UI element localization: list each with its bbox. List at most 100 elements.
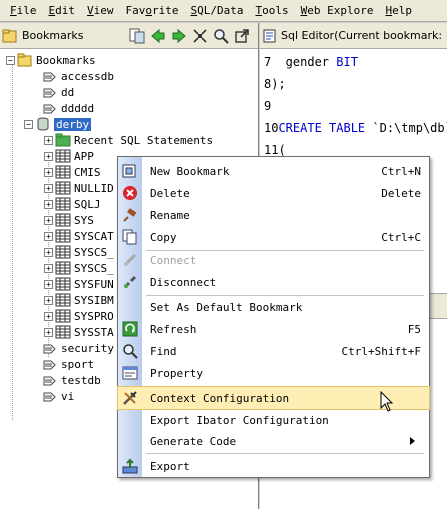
tree-item-label: SYSPRO <box>74 309 114 323</box>
menu-item-label: New Bookmark <box>150 164 230 178</box>
folder-icon <box>55 133 71 147</box>
menu-tools[interactable]: Tools <box>249 4 294 17</box>
expand-toggle-icon[interactable]: + <box>44 231 53 241</box>
menu-item-connect: Connect <box>118 249 429 271</box>
tree-item-sport[interactable]: sport <box>40 356 94 372</box>
tree-item-syscs-1[interactable]: + SYSCS_ <box>44 244 114 260</box>
schema-icon <box>55 149 71 163</box>
bookmarks-folder-icon <box>17 53 33 67</box>
menu-item-disconnect[interactable]: Disconnect <box>118 271 429 293</box>
bookmark-link-icon <box>42 357 58 371</box>
connect-icon <box>122 252 138 268</box>
schema-icon <box>55 181 71 195</box>
bookmark-link-icon <box>42 101 58 115</box>
property-icon <box>122 365 138 381</box>
expand-toggle-icon[interactable]: + <box>44 135 53 145</box>
menu-item-refresh[interactable]: Refresh F5 <box>118 318 429 340</box>
menu-item-new-bookmark[interactable]: New Bookmark Ctrl+N <box>118 160 429 182</box>
menu-item-label: Context Configuration <box>150 391 290 405</box>
menu-item-export[interactable]: Export <box>118 455 429 477</box>
tree-item-syscat[interactable]: + SYSCAT <box>44 228 114 244</box>
menu-edit[interactable]: Edit <box>43 4 82 17</box>
menu-web-explore[interactable]: Web Explore <box>295 4 380 17</box>
code-line: 10CREATE TABLE `D:\tmp\db` <box>264 121 447 135</box>
expand-toggle-icon[interactable]: + <box>44 183 53 193</box>
menu-item-generate-code[interactable]: Generate Code <box>118 430 429 452</box>
tree-item-cmis[interactable]: + CMIS <box>44 164 101 180</box>
menu-file[interactable]: File <box>4 4 43 17</box>
expand-toggle-icon[interactable]: + <box>44 199 53 209</box>
tree-item-ddddd[interactable]: ddddd <box>40 100 94 116</box>
mouse-cursor-icon <box>380 390 394 416</box>
collapse-icon[interactable] <box>191 27 209 45</box>
tree-item-nullid[interactable]: + NULLID <box>44 180 114 196</box>
menu-item-set-default[interactable]: Set As Default Bookmark <box>118 296 429 318</box>
tree-item-sysfun[interactable]: + SYSFUN <box>44 276 114 292</box>
tree-item-vi[interactable]: vi <box>40 388 74 404</box>
menu-favorite[interactable]: Favorite <box>120 4 185 17</box>
bookmark-link-icon <box>42 341 58 355</box>
sql-editor-tab[interactable]: Sql Editor(Current bookmark: <box>260 23 447 49</box>
tree-item-security[interactable]: security <box>40 340 114 356</box>
bookmark-toolbar-icon[interactable] <box>128 27 146 45</box>
tree-item-syspro[interactable]: + SYSPRO <box>44 308 114 324</box>
menu-item-label: Property <box>150 366 203 380</box>
menu-sql-data[interactable]: SQL/Data <box>185 4 250 17</box>
context-config-icon <box>122 390 138 406</box>
menu-item-accelerator: F5 <box>407 322 421 336</box>
external-link-icon[interactable] <box>233 27 251 45</box>
menu-item-find[interactable]: Find Ctrl+Shift+F <box>118 340 429 362</box>
menu-item-label: Disconnect <box>150 275 217 289</box>
rename-icon <box>122 207 138 223</box>
expand-toggle-icon[interactable]: + <box>44 327 53 337</box>
menu-bar: File Edit View Favorite SQL/Data Tools W… <box>0 0 447 22</box>
tree-item-derby[interactable]: − derby <box>24 116 92 132</box>
tree-item-recent-sql[interactable]: + Recent SQL Statements <box>44 132 213 148</box>
tree-root[interactable]: − Bookmarks <box>6 52 96 68</box>
menu-help[interactable]: Help <box>379 4 418 17</box>
menu-item-copy[interactable]: Copy Ctrl+C <box>118 226 429 248</box>
bookmark-link-icon <box>42 389 58 403</box>
back-arrow-icon[interactable] <box>149 27 167 45</box>
export-icon <box>122 458 138 474</box>
expand-toggle-icon[interactable]: + <box>44 215 53 225</box>
menu-item-delete[interactable]: Delete Delete <box>118 182 429 204</box>
bookmarks-panel-title: Bookmarks <box>22 29 84 42</box>
tree-item-sys[interactable]: + SYS <box>44 212 94 228</box>
menu-item-label: Connect <box>150 253 197 267</box>
bookmark-link-icon <box>42 373 58 387</box>
tree-item-label: dd <box>61 85 75 99</box>
menu-item-rename[interactable]: Rename <box>118 204 429 226</box>
search-icon[interactable] <box>212 27 230 45</box>
expand-toggle-icon[interactable]: + <box>44 167 53 177</box>
tree-item-label: SQLJ <box>74 197 101 211</box>
collapse-toggle-icon[interactable]: − <box>6 55 15 65</box>
bookmarks-panel-icon <box>2 29 18 43</box>
collapse-toggle-icon[interactable]: − <box>24 119 33 129</box>
bookmark-link-icon <box>42 69 58 83</box>
expand-toggle-icon[interactable]: + <box>44 247 53 257</box>
tree-item-accessdb[interactable]: accessdb <box>40 68 114 84</box>
tree-item-app[interactable]: + APP <box>44 148 94 164</box>
tree-item-label: APP <box>74 149 94 163</box>
tree-item-syscs-2[interactable]: + SYSCS_ <box>44 260 114 276</box>
menu-view[interactable]: View <box>81 4 120 17</box>
tree-item-sqlj[interactable]: + SQLJ <box>44 196 101 212</box>
menu-item-accelerator: Ctrl+Shift+F <box>341 344 421 358</box>
forward-arrow-icon[interactable] <box>170 27 188 45</box>
menu-item-accelerator: Ctrl+C <box>381 230 421 244</box>
tree-item-dd[interactable]: dd <box>40 84 74 100</box>
expand-toggle-icon[interactable]: + <box>44 151 53 161</box>
tree-item-testdb[interactable]: testdb <box>40 372 101 388</box>
tree-item-syssta[interactable]: + SYSSTA <box>44 324 114 340</box>
tree-item-label: SYSIBM <box>74 293 114 307</box>
expand-toggle-icon[interactable]: + <box>44 263 53 273</box>
menu-item-property[interactable]: Property <box>118 362 429 384</box>
expand-toggle-icon[interactable]: + <box>44 311 53 321</box>
expand-toggle-icon[interactable]: + <box>44 279 53 289</box>
expand-toggle-icon[interactable]: + <box>44 295 53 305</box>
submenu-arrow-icon <box>410 437 415 445</box>
tree-item-sysibm[interactable]: + SYSIBM <box>44 292 114 308</box>
schema-icon <box>55 293 71 307</box>
find-icon <box>122 343 138 359</box>
